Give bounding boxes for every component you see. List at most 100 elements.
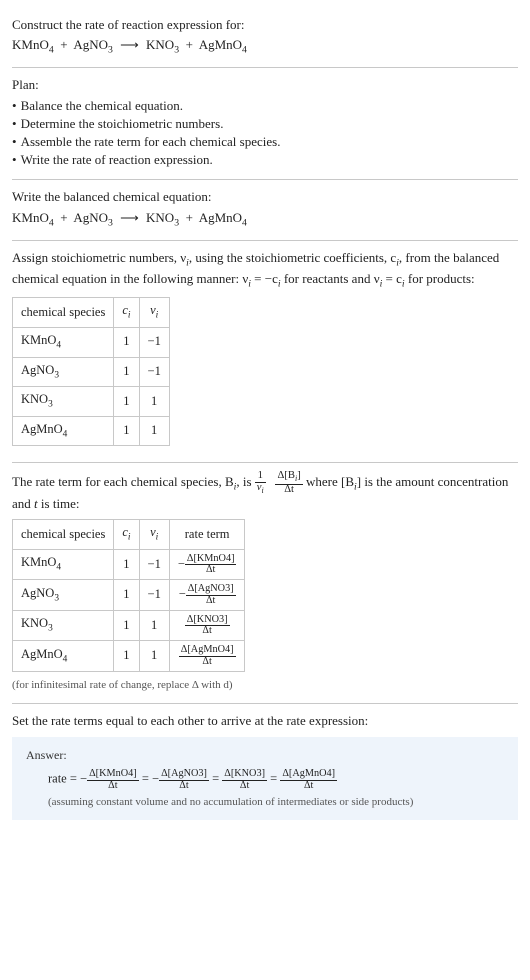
text: , is (236, 474, 254, 489)
intro-section: Construct the rate of reaction expressio… (12, 8, 518, 67)
cell-rate: −Δ[AgNO3]Δt (169, 580, 245, 611)
den: Δt (159, 781, 209, 791)
cell-v: −1 (139, 357, 169, 387)
table-row: AgNO3 1 −1 (13, 357, 170, 387)
plan-list: Balance the chemical equation. Determine… (12, 97, 518, 170)
cell-c: 1 (114, 641, 139, 672)
fraction: Δ[AgNO3]Δt (159, 769, 209, 791)
sp4-sub: 4 (242, 45, 247, 56)
text: AgMnO (21, 647, 63, 661)
num: Δ[AgMnO4] (280, 769, 337, 780)
plan-section: Plan: Balance the chemical equation. Det… (12, 68, 518, 179)
stoich-para: Assign stoichiometric numbers, νi, using… (12, 249, 518, 291)
equals: = (270, 772, 280, 786)
plan-item-text: Balance the chemical equation. (21, 97, 183, 115)
col-vi: νi (139, 298, 169, 328)
sub-i: i (128, 311, 131, 321)
plan-item: Balance the chemical equation. (12, 97, 518, 115)
table-header-row: chemical species ci νi rate term (13, 520, 245, 550)
intro-line1: Construct the rate of reaction expressio… (12, 16, 518, 34)
sp1-sub: 4 (49, 45, 54, 56)
cell-species: KNO3 (13, 610, 114, 641)
neg: − (178, 557, 185, 571)
sp2-sub: 3 (108, 45, 113, 56)
sub-i: i (156, 311, 159, 321)
text: for reactants and ν (281, 271, 380, 286)
sp2-sub: 3 (108, 217, 113, 228)
table-header-row: chemical species ci νi (13, 298, 170, 328)
cell-species: KMnO4 (13, 327, 114, 357)
cell-c: 1 (114, 416, 139, 446)
table-row: KNO3 1 1 Δ[KNO3]Δt (13, 610, 245, 641)
table-row: KMnO4 1 −1 −Δ[KMnO4]Δt (13, 549, 245, 580)
fraction: Δ[Bi]Δt (275, 471, 302, 495)
col-species: chemical species (13, 520, 114, 550)
plan-item-text: Assemble the rate term for each chemical… (21, 133, 281, 151)
stoich-table: chemical species ci νi KMnO4 1 −1 AgNO3 … (12, 297, 170, 446)
neg: − (80, 772, 87, 786)
sp3: KNO (146, 210, 174, 225)
fraction: Δ[KMnO4]Δt (87, 769, 139, 791)
cell-rate: −Δ[KMnO4]Δt (169, 549, 245, 580)
answer-label: Answer: (26, 747, 504, 764)
plan-item: Determine the stoichiometric numbers. (12, 115, 518, 133)
sub: 4 (56, 340, 61, 350)
sp3-sub: 3 (174, 45, 179, 56)
sp4: AgMnO (199, 210, 242, 225)
col-species: chemical species (13, 298, 114, 328)
cell-v: −1 (139, 327, 169, 357)
balanced-equation: KMnO4 + AgNO3 ⟶ KNO3 + AgMnO4 (12, 209, 518, 230)
den: Δt (87, 781, 139, 791)
sp1: KMnO (12, 210, 49, 225)
text: AgNO (21, 363, 54, 377)
text: The rate term for each chemical species,… (12, 474, 234, 489)
arrow-icon: ⟶ (116, 209, 143, 227)
den: Δt (222, 781, 267, 791)
den: Δt (280, 781, 337, 791)
text: KMnO (21, 555, 56, 569)
sub: 4 (63, 654, 68, 664)
sub: 3 (48, 400, 53, 410)
fraction: Δ[AgMnO4]Δt (179, 645, 236, 667)
sp2: AgNO (73, 37, 108, 52)
sp1: KMnO (12, 37, 49, 52)
sub: 4 (56, 563, 61, 573)
arrow-icon: ⟶ (116, 36, 143, 54)
rateterm-note: (for infinitesimal rate of change, repla… (12, 678, 518, 693)
cell-c: 1 (114, 327, 139, 357)
text: = −c (251, 271, 278, 286)
neg: − (152, 772, 159, 786)
text: ] (297, 470, 301, 481)
text: = c (382, 271, 402, 286)
table-row: AgMnO4 1 1 (13, 416, 170, 446)
fraction: 1νi (255, 471, 266, 495)
text: AgNO (21, 586, 54, 600)
sp2: AgNO (73, 210, 108, 225)
cell-v: 1 (139, 610, 169, 641)
balanced-title: Write the balanced chemical equation: (12, 188, 518, 206)
num: Δ[KNO3] (222, 769, 267, 780)
answer-note: (assuming constant volume and no accumul… (26, 795, 504, 810)
num: Δ[KMnO4] (87, 769, 139, 780)
cell-v: 1 (139, 387, 169, 417)
cell-c: 1 (114, 610, 139, 641)
cell-species: AgNO3 (13, 580, 114, 611)
cell-species: KMnO4 (13, 549, 114, 580)
col-rate: rate term (169, 520, 245, 550)
cell-rate: Δ[AgMnO4]Δt (169, 641, 245, 672)
fraction: Δ[KNO3]Δt (185, 615, 230, 637)
den: Δt (186, 596, 236, 606)
setequal-section: Set the rate terms equal to each other t… (12, 704, 518, 830)
equals: = (142, 772, 152, 786)
col-ci: ci (114, 298, 139, 328)
intro-equation: KMnO4 + AgNO3 ⟶ KNO3 + AgMnO4 (12, 36, 518, 57)
plan-item-text: Determine the stoichiometric numbers. (21, 115, 224, 133)
table-row: AgMnO4 1 1 Δ[AgMnO4]Δt (13, 641, 245, 672)
cell-v: −1 (139, 549, 169, 580)
setequal-para: Set the rate terms equal to each other t… (12, 712, 518, 730)
cell-c: 1 (114, 387, 139, 417)
table-row: KNO3 1 1 (13, 387, 170, 417)
text: , using the stoichiometric coefficients,… (189, 250, 396, 265)
fraction: Δ[KNO3]Δt (222, 769, 267, 791)
text: for products: (405, 271, 475, 286)
